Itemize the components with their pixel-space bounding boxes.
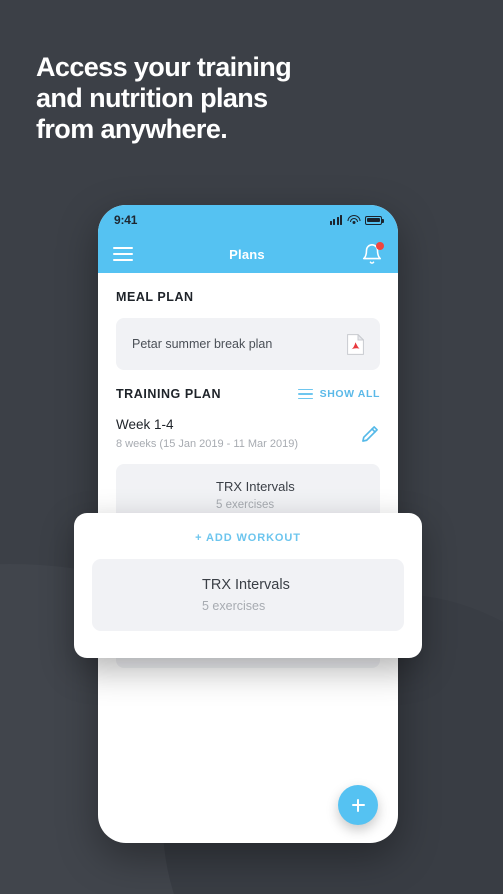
- pdf-file-icon[interactable]: [347, 333, 364, 355]
- meal-plan-item[interactable]: Petar summer break plan: [116, 318, 380, 370]
- headline-line-3: from anywhere.: [36, 114, 228, 144]
- show-all-button[interactable]: SHOW ALL: [297, 388, 380, 400]
- overlay-workout-meta: TRX Intervals 5 exercises: [186, 577, 290, 613]
- workout-meta: TRX Intervals 5 exercises: [200, 479, 295, 511]
- pencil-edit-icon[interactable]: [360, 424, 380, 444]
- battery-icon: [365, 215, 385, 225]
- status-bar-time: 9:41: [114, 213, 138, 227]
- add-workout-button[interactable]: + ADD WORKOUT: [92, 513, 404, 544]
- status-bar-icons: [329, 215, 385, 225]
- workout-name: TRX Intervals: [216, 479, 295, 494]
- list-lines-icon: [297, 388, 313, 400]
- signal-icon: [329, 215, 342, 225]
- week-title: Week 1-4: [116, 417, 174, 432]
- training-plan-header: TRAINING PLAN SHOW ALL: [116, 370, 380, 401]
- wifi-icon: [347, 215, 360, 225]
- meal-plan-item-name: Petar summer break plan: [132, 337, 273, 351]
- week-summary: Week 1-4 8 weeks (15 Jan 2019 - 11 Mar 2…: [116, 417, 380, 450]
- meal-plan-section-title: MEAL PLAN: [116, 290, 194, 304]
- app-bar: Plans: [98, 235, 398, 273]
- overlay-workout-subtitle: 5 exercises: [202, 599, 266, 613]
- notification-badge: [376, 242, 384, 250]
- status-bar: 9:41: [98, 205, 398, 235]
- notification-bell-icon[interactable]: [361, 242, 384, 265]
- page-title: Plans: [229, 246, 265, 262]
- add-workout-overlay-card: + ADD WORKOUT TRX Intervals 5 exercises: [74, 513, 422, 658]
- headline-line-2: and nutrition plans: [36, 83, 268, 113]
- add-floating-action-button[interactable]: [338, 785, 378, 825]
- overlay-workout-name: TRX Intervals: [202, 577, 290, 593]
- week-subtitle: 8 weeks (15 Jan 2019 - 11 Mar 2019): [116, 438, 299, 450]
- week-info: Week 1-4 8 weeks (15 Jan 2019 - 11 Mar 2…: [116, 417, 298, 450]
- show-all-label: SHOW ALL: [319, 388, 380, 400]
- overlay-workout-item[interactable]: TRX Intervals 5 exercises: [92, 559, 404, 631]
- headline-line-1: Access your training: [36, 52, 292, 82]
- training-plan-section-title: TRAINING PLAN: [116, 387, 222, 401]
- headline: Access your training and nutrition plans…: [36, 52, 292, 145]
- workout-subtitle: 5 exercises: [216, 499, 275, 511]
- hamburger-menu-icon[interactable]: [113, 247, 133, 261]
- trx-workout-photo: [92, 559, 186, 631]
